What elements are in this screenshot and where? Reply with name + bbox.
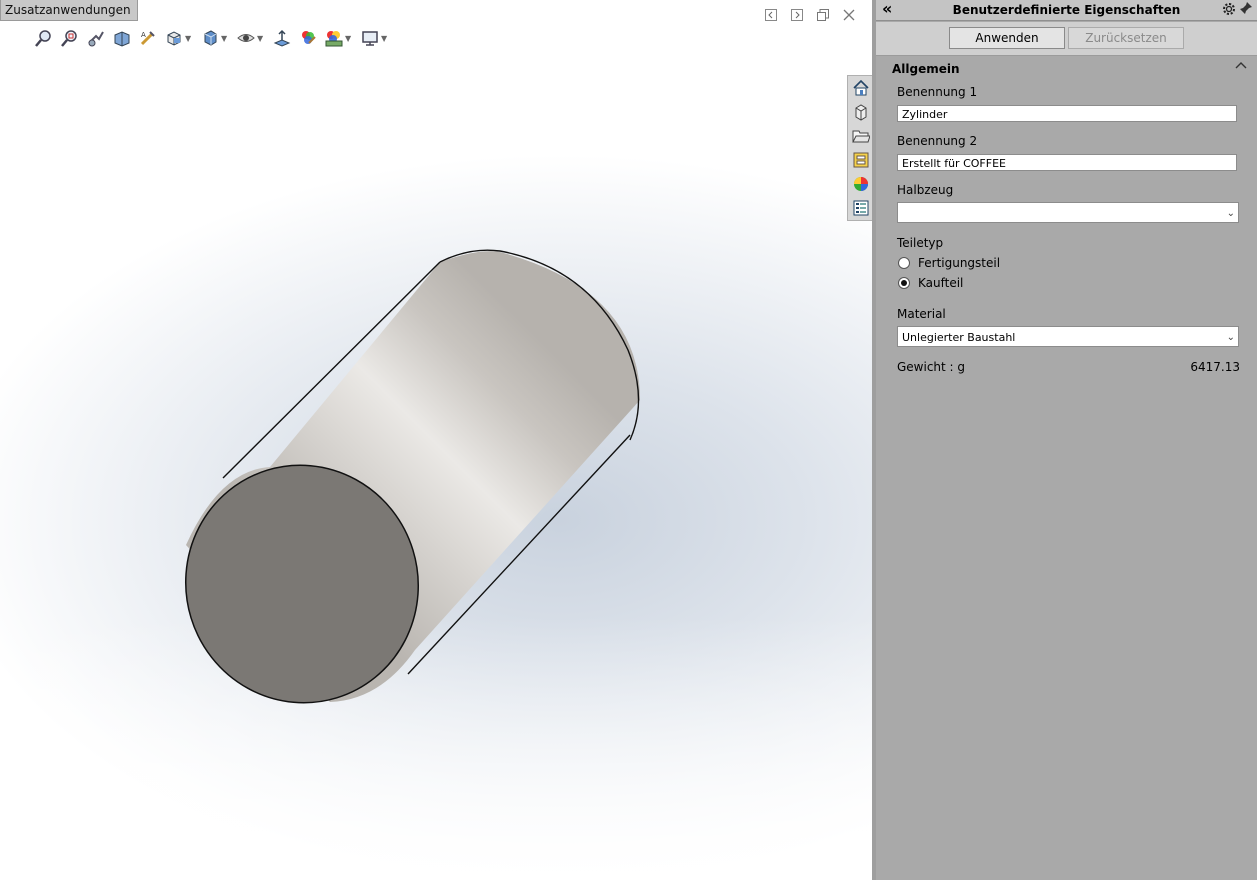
chevron-down-icon: ⌄ <box>1226 332 1235 343</box>
teiletyp-label: Teiletyp <box>897 236 944 250</box>
radio-button-selected-icon[interactable] <box>898 277 910 289</box>
material-value: Unlegierter Baustahl <box>902 331 1016 344</box>
appearance-icon[interactable] <box>848 172 874 196</box>
section-general-title: Allgemein <box>892 62 960 76</box>
weight-label: Gewicht : g <box>897 360 966 374</box>
benennung1-label: Benennung 1 <box>897 85 978 99</box>
home-icon[interactable] <box>848 76 874 100</box>
panel-button-bar: Anwenden Zurücksetzen <box>876 22 1257 56</box>
graphics-viewport[interactable]: Zusatzanwendungen A ▼ ▼ ▼ ▼ ▼ <box>0 0 872 880</box>
task-pane-tabs <box>847 75 875 221</box>
material-select[interactable]: Unlegierter Baustahl ⌄ <box>897 326 1239 347</box>
chevron-down-icon: ⌄ <box>1226 208 1235 219</box>
radio-fertigungsteil[interactable]: Fertigungsteil <box>898 256 1000 270</box>
cylinder-model[interactable] <box>0 0 872 880</box>
reset-button[interactable]: Zurücksetzen <box>1068 27 1184 49</box>
weight-value: 6417.13 <box>1190 360 1240 374</box>
radio-fertigungsteil-label: Fertigungsteil <box>918 256 1001 270</box>
panel-header: « Benutzerdefinierte Eigenschaften <box>876 0 1257 21</box>
radio-kaufteil[interactable]: Kaufteil <box>898 276 963 290</box>
gear-icon[interactable] <box>1221 1 1237 20</box>
benennung2-label: Benennung 2 <box>897 134 978 148</box>
custom-properties-panel: « Benutzerdefinierte Eigenschaften Anwen… <box>876 0 1257 880</box>
folder-icon[interactable] <box>848 124 874 148</box>
panel-title: Benutzerdefinierte Eigenschaften <box>952 3 1181 17</box>
benennung1-field[interactable]: Zylinder <box>897 105 1237 122</box>
properties-icon[interactable] <box>848 148 874 172</box>
radio-button-icon[interactable] <box>898 257 910 269</box>
halbzeug-label: Halbzeug <box>897 183 954 197</box>
radio-kaufteil-label: Kaufteil <box>918 276 964 290</box>
part-icon[interactable] <box>848 100 874 124</box>
custom-properties-icon[interactable] <box>848 196 874 220</box>
pin-icon[interactable] <box>1239 1 1253 18</box>
halbzeug-select[interactable]: ⌄ <box>897 202 1239 223</box>
weight-row: Gewicht : g 6417.13 <box>897 360 1240 374</box>
section-collapse-icon[interactable] <box>1235 58 1247 74</box>
benennung2-field[interactable]: Erstellt für COFFEE <box>897 154 1237 171</box>
material-label: Material <box>897 307 946 321</box>
apply-button[interactable]: Anwenden <box>949 27 1065 49</box>
